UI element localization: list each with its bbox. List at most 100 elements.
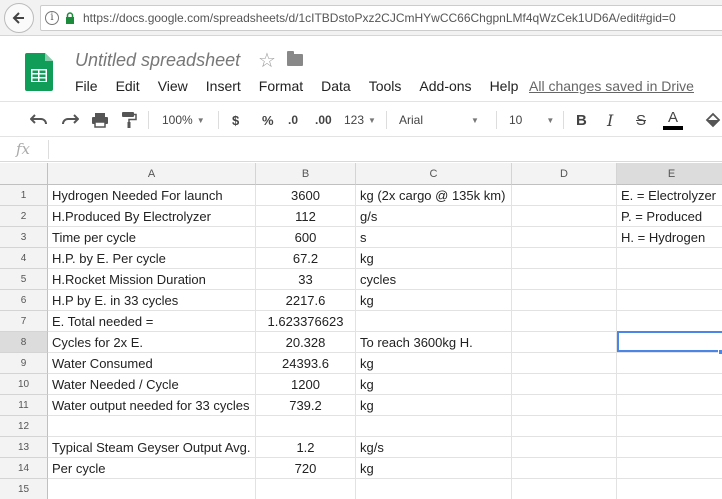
cell-b13[interactable]: 1.2 — [256, 437, 356, 458]
cell-a6[interactable]: H.P by E. in 33 cycles — [48, 290, 256, 311]
cell-c7[interactable] — [356, 311, 512, 332]
cell-b1[interactable]: 3600 — [256, 185, 356, 206]
cell-b14[interactable]: 720 — [256, 458, 356, 479]
cell-c10[interactable]: kg — [356, 374, 512, 395]
cell-b8[interactable]: 20.328 — [256, 332, 356, 353]
print-icon[interactable] — [91, 102, 109, 138]
cell-c13[interactable]: kg/s — [356, 437, 512, 458]
cell-c8[interactable]: To reach 3600kg H. — [356, 332, 512, 353]
cell-b15[interactable] — [256, 479, 356, 499]
cell-d3[interactable] — [512, 227, 617, 248]
strikethrough-button[interactable]: S — [636, 102, 646, 138]
row-header-2[interactable]: 2 — [0, 206, 48, 227]
cell-a14[interactable]: Per cycle — [48, 458, 256, 479]
paint-format-icon[interactable] — [121, 102, 137, 138]
row-header-15[interactable]: 15 — [0, 479, 48, 499]
cell-d7[interactable] — [512, 311, 617, 332]
cell-b10[interactable]: 1200 — [256, 374, 356, 395]
row-header-6[interactable]: 6 — [0, 290, 48, 311]
font-family-select[interactable]: Arial ▼ — [399, 102, 479, 138]
cell-a13[interactable]: Typical Steam Geyser Output Avg. — [48, 437, 256, 458]
increase-decimal-button[interactable]: .00 — [315, 102, 332, 138]
column-header-b[interactable]: B — [256, 163, 356, 185]
cell-a7[interactable]: E. Total needed = — [48, 311, 256, 332]
star-icon[interactable]: ☆ — [258, 48, 276, 73]
row-header-11[interactable]: 11 — [0, 395, 48, 416]
column-header-a[interactable]: A — [48, 163, 256, 185]
cell-c6[interactable]: kg — [356, 290, 512, 311]
undo-icon[interactable] — [30, 102, 48, 138]
currency-button[interactable]: $ — [232, 102, 239, 138]
cell-e10[interactable] — [617, 374, 722, 395]
fill-handle[interactable] — [718, 349, 722, 355]
info-icon[interactable]: i — [45, 11, 59, 25]
cell-d8[interactable] — [512, 332, 617, 353]
back-button[interactable] — [4, 3, 34, 33]
menu-edit[interactable]: Edit — [116, 78, 140, 94]
column-header-d[interactable]: D — [512, 163, 617, 185]
cell-d14[interactable] — [512, 458, 617, 479]
row-header-13[interactable]: 13 — [0, 437, 48, 458]
menu-file[interactable]: File — [75, 78, 98, 94]
cell-d5[interactable] — [512, 269, 617, 290]
cell-c4[interactable]: kg — [356, 248, 512, 269]
cell-e9[interactable] — [617, 353, 722, 374]
cell-d10[interactable] — [512, 374, 617, 395]
cell-d4[interactable] — [512, 248, 617, 269]
save-status-link[interactable]: All changes saved in Drive — [529, 78, 694, 94]
menu-format[interactable]: Format — [259, 78, 303, 94]
row-header-9[interactable]: 9 — [0, 353, 48, 374]
cell-a5[interactable]: H.Rocket Mission Duration — [48, 269, 256, 290]
fill-color-icon[interactable] — [704, 102, 722, 138]
select-all-corner[interactable] — [0, 163, 48, 185]
cell-c11[interactable]: kg — [356, 395, 512, 416]
more-formats-select[interactable]: 123 ▼ — [344, 102, 376, 138]
cell-a8[interactable]: Cycles for 2x E. — [48, 332, 256, 353]
bold-button[interactable]: B — [576, 102, 587, 138]
cell-a9[interactable]: Water Consumed — [48, 353, 256, 374]
cell-e3[interactable]: H. = Hydrogen — [617, 227, 722, 248]
cell-b5[interactable]: 33 — [256, 269, 356, 290]
cell-e1[interactable]: E. = Electrolyzer — [617, 185, 722, 206]
cell-a2[interactable]: H.Produced By Electrolyzer — [48, 206, 256, 227]
menu-addons[interactable]: Add-ons — [419, 78, 471, 94]
cell-e4[interactable] — [617, 248, 722, 269]
cell-d15[interactable] — [512, 479, 617, 499]
menu-insert[interactable]: Insert — [206, 78, 241, 94]
cell-b3[interactable]: 600 — [256, 227, 356, 248]
row-header-4[interactable]: 4 — [0, 248, 48, 269]
cell-c5[interactable]: cycles — [356, 269, 512, 290]
cell-d12[interactable] — [512, 416, 617, 437]
cell-e11[interactable] — [617, 395, 722, 416]
cell-e13[interactable] — [617, 437, 722, 458]
url-field[interactable]: i https://docs.google.com/spreadsheets/d… — [40, 5, 722, 31]
column-header-c[interactable]: C — [356, 163, 512, 185]
cell-d9[interactable] — [512, 353, 617, 374]
cell-d13[interactable] — [512, 437, 617, 458]
menu-data[interactable]: Data — [321, 78, 351, 94]
cell-c2[interactable]: g/s — [356, 206, 512, 227]
column-header-e[interactable]: E — [617, 163, 722, 185]
menu-help[interactable]: Help — [490, 78, 519, 94]
cell-e2[interactable]: P. = Produced — [617, 206, 722, 227]
folder-icon[interactable] — [287, 51, 303, 66]
cell-c3[interactable]: s — [356, 227, 512, 248]
row-header-14[interactable]: 14 — [0, 458, 48, 479]
cell-b9[interactable]: 24393.6 — [256, 353, 356, 374]
row-header-7[interactable]: 7 — [0, 311, 48, 332]
cell-a3[interactable]: Time per cycle — [48, 227, 256, 248]
cell-d6[interactable] — [512, 290, 617, 311]
cell-c15[interactable] — [356, 479, 512, 499]
cell-c14[interactable]: kg — [356, 458, 512, 479]
cell-d11[interactable] — [512, 395, 617, 416]
decrease-decimal-button[interactable]: .0 — [288, 102, 298, 138]
cell-c12[interactable] — [356, 416, 512, 437]
cell-b6[interactable]: 2217.6 — [256, 290, 356, 311]
row-header-5[interactable]: 5 — [0, 269, 48, 290]
cell-b11[interactable]: 739.2 — [256, 395, 356, 416]
row-header-3[interactable]: 3 — [0, 227, 48, 248]
cell-c1[interactable]: kg (2x cargo @ 135k km) — [356, 185, 512, 206]
cell-a15[interactable] — [48, 479, 256, 499]
cell-b7[interactable]: 1.623376623 — [256, 311, 356, 332]
cell-e12[interactable] — [617, 416, 722, 437]
